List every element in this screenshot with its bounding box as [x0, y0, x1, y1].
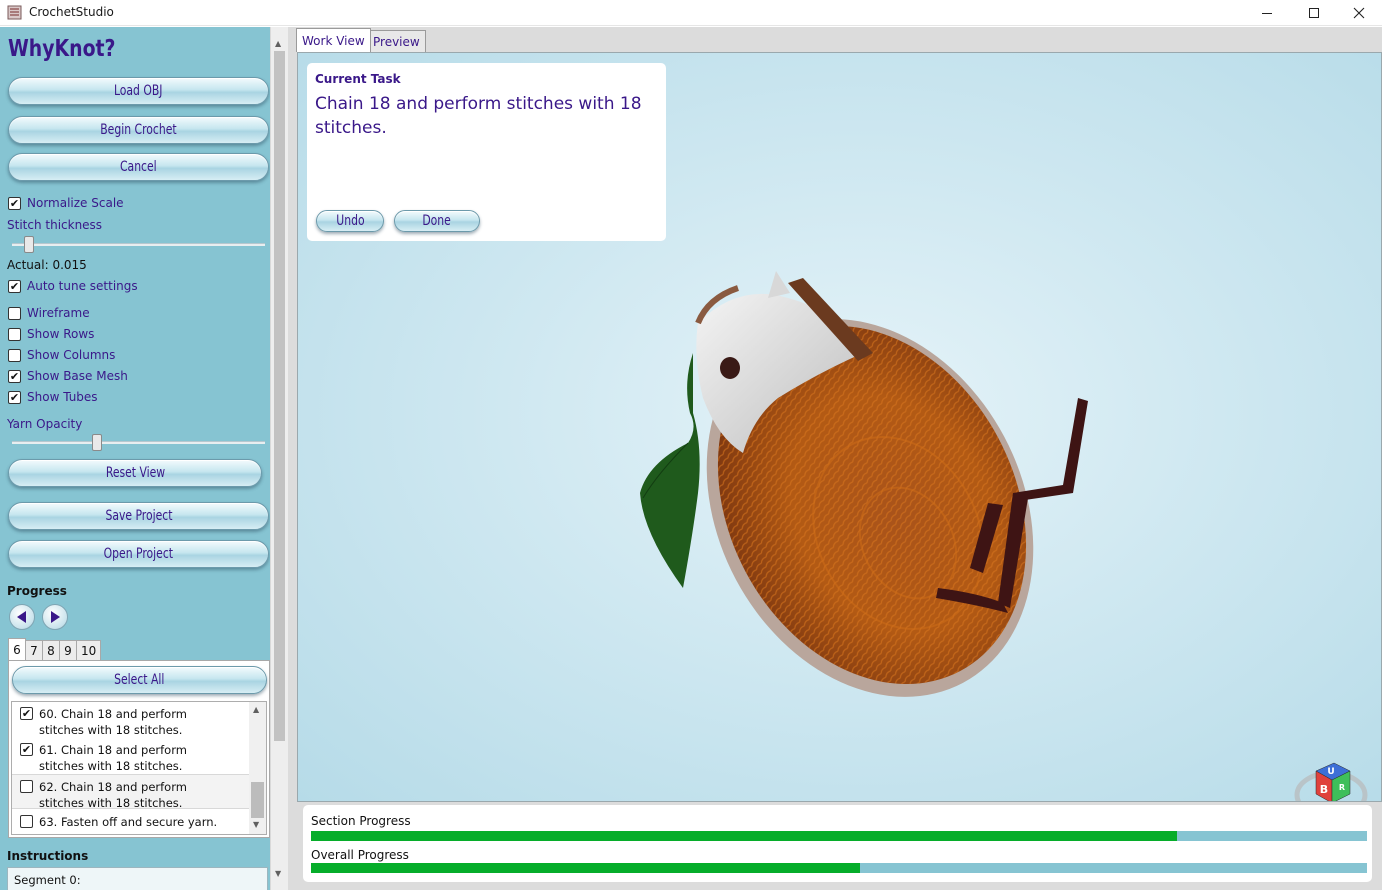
open-project-button[interactable]: Open Project	[8, 540, 269, 568]
next-step-button[interactable]	[42, 604, 68, 630]
stitch-thickness-slider[interactable]	[12, 243, 265, 246]
previous-step-button[interactable]	[9, 604, 35, 630]
current-task-card: Current Task Chain 18 and perform stitch…	[307, 63, 666, 241]
view-cube-face-b[interactable]: B	[1320, 783, 1328, 796]
view-cube-face-u[interactable]: U	[1327, 767, 1334, 777]
arrow-right-icon	[51, 611, 60, 623]
undo-button[interactable]: Undo	[316, 210, 384, 232]
stitch-thickness-label: Stitch thickness	[7, 218, 103, 232]
sidebar-scrollbar[interactable]: ▲ ▼	[270, 27, 288, 890]
checkbox-box[interactable]	[8, 327, 21, 341]
auto-tune-checkbox[interactable]: ✔ Auto tune settings	[8, 278, 138, 294]
step-checkbox[interactable]: ✔	[20, 743, 33, 756]
checkbox-box[interactable]: ✔	[8, 196, 21, 210]
section-tab-9[interactable]: 9	[59, 640, 77, 660]
instructions-heading: Instructions	[7, 849, 89, 863]
section-tab-6[interactable]: 6	[8, 638, 26, 660]
scroll-up-icon[interactable]: ▲	[253, 705, 259, 714]
title-bar: CrochetStudio	[0, 0, 1382, 26]
checkbox-box[interactable]: ✔	[8, 279, 21, 293]
scroll-down-icon[interactable]: ▼	[275, 869, 281, 878]
yarn-opacity-label: Yarn Opacity	[7, 417, 83, 431]
3d-viewport[interactable]: Current Task Chain 18 and perform stitch…	[297, 52, 1382, 802]
list-item[interactable]: 63. Fasten off and secure yarn.	[12, 810, 249, 845]
scroll-down-icon[interactable]: ▼	[253, 820, 259, 829]
section-tabs: 6 7 8 9 10	[8, 638, 102, 660]
checkbox-box[interactable]: ✔	[8, 390, 21, 404]
instructions-text: Segment 0:	[14, 873, 81, 887]
minimize-icon	[1262, 13, 1272, 14]
step-text: 61. Chain 18 and perform stitches with 1…	[39, 743, 187, 773]
step-list-scrollbar[interactable]: ▲ ▼	[249, 702, 266, 834]
current-task-title: Current Task	[315, 72, 401, 86]
window-title: CrochetStudio	[29, 5, 114, 19]
step-checkbox[interactable]	[20, 815, 33, 828]
overall-progress-fill	[311, 863, 861, 873]
save-project-button[interactable]: Save Project	[8, 502, 269, 530]
section-tab-7[interactable]: 7	[25, 640, 43, 660]
maximize-button[interactable]	[1291, 0, 1337, 26]
step-checkbox[interactable]: ✔	[20, 707, 33, 720]
list-item[interactable]: 62. Chain 18 and perform stitches with 1…	[12, 774, 249, 810]
select-all-button[interactable]: Select All	[12, 666, 267, 694]
brand-title: WhyKnot?	[8, 36, 116, 62]
checkbox-box[interactable]	[8, 306, 21, 320]
stitch-thickness-slider-thumb[interactable]	[24, 236, 35, 253]
app-icon	[7, 5, 22, 20]
view-cube-face-r[interactable]: R	[1339, 783, 1345, 792]
maximize-icon	[1309, 8, 1319, 18]
tab-preview[interactable]: Preview	[367, 30, 426, 52]
scroll-thumb[interactable]	[251, 782, 264, 818]
step-list: ✔ 60. Chain 18 and perform stitches with …	[11, 701, 267, 835]
close-button[interactable]	[1336, 0, 1382, 26]
section-tab-10[interactable]: 10	[76, 640, 102, 660]
normalize-scale-checkbox[interactable]: ✔ Normalize Scale	[8, 195, 124, 211]
step-text: 62. Chain 18 and perform stitches with 1…	[39, 780, 187, 810]
checkbox-box[interactable]	[8, 348, 21, 362]
wireframe-checkbox[interactable]: Wireframe	[8, 305, 90, 321]
tab-work-view[interactable]: Work View	[296, 28, 371, 52]
left-panel: WhyKnot? Load OBJ Begin Crochet Cancel ✔…	[0, 27, 288, 890]
begin-crochet-button[interactable]: Begin Crochet	[8, 116, 269, 144]
yarn-opacity-slider[interactable]	[12, 441, 265, 444]
view-cube[interactable]: U B R	[1294, 753, 1370, 802]
progress-panel: Section Progress Overall Progress	[303, 805, 1372, 882]
instructions-box[interactable]: Segment 0:	[7, 867, 268, 890]
current-task-text: Chain 18 and perform stitches with 18 st…	[315, 94, 642, 138]
checkbox-box[interactable]: ✔	[8, 369, 21, 383]
view-cube-icon[interactable]: U B R	[1294, 753, 1370, 802]
step-text: 63. Fasten off and secure yarn.	[39, 815, 218, 829]
step-checkbox[interactable]	[20, 780, 33, 793]
show-base-mesh-checkbox[interactable]: ✔ Show Base Mesh	[8, 368, 128, 384]
show-rows-checkbox[interactable]: Show Rows	[8, 326, 94, 342]
section-progress-label: Section Progress	[311, 814, 411, 828]
cancel-button[interactable]: Cancel	[8, 153, 269, 181]
list-item[interactable]: ✔ 61. Chain 18 and perform stitches with …	[12, 738, 249, 773]
close-icon	[1353, 7, 1365, 19]
actual-value-label: Actual: 0.015	[7, 258, 87, 272]
list-item[interactable]: ✔ 60. Chain 18 and perform stitches with …	[12, 702, 249, 737]
progress-heading: Progress	[7, 584, 67, 598]
section-progress-fill	[311, 831, 1177, 841]
done-button[interactable]: Done	[394, 210, 480, 232]
section-progress-bar	[311, 831, 1367, 841]
scroll-thumb[interactable]	[274, 51, 285, 741]
overall-progress-label: Overall Progress	[311, 848, 409, 862]
arrow-left-icon	[17, 611, 26, 623]
minimize-button[interactable]	[1244, 0, 1290, 26]
show-columns-checkbox[interactable]: Show Columns	[8, 347, 115, 363]
scroll-up-icon[interactable]: ▲	[275, 39, 281, 48]
load-obj-button[interactable]: Load OBJ	[8, 77, 269, 105]
show-tubes-checkbox[interactable]: ✔ Show Tubes	[8, 389, 98, 405]
main-area: Work View Preview Current Task Chain 18 …	[288, 27, 1382, 890]
step-text: 60. Chain 18 and perform stitches with 1…	[39, 707, 187, 737]
yarn-opacity-slider-thumb[interactable]	[92, 434, 103, 451]
section-tab-8[interactable]: 8	[42, 640, 60, 660]
overall-progress-bar	[311, 863, 1367, 873]
reset-view-button[interactable]: Reset View	[8, 459, 262, 487]
